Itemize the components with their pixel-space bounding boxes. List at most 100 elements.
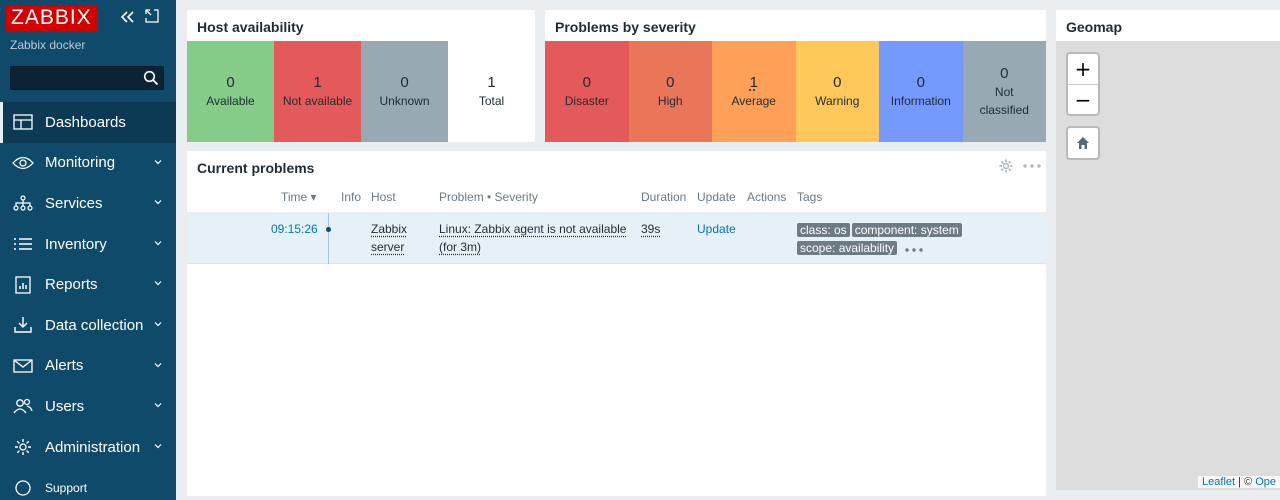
column-header-info: Info xyxy=(341,190,362,204)
host-link[interactable]: Zabbix server xyxy=(371,222,407,254)
services-icon xyxy=(12,194,34,212)
update-link[interactable]: Update xyxy=(697,220,736,238)
severity-tiles: 0 Disaster 0 High 1 Average 0 Warning 0 … xyxy=(545,41,1046,142)
problem-link[interactable]: Linux: Zabbix agent is not available (fo… xyxy=(439,222,626,254)
osm-link[interactable]: Ope xyxy=(1255,476,1276,488)
tile-not-classified[interactable]: 0 Not classified xyxy=(962,41,1046,142)
column-header-tags: Tags xyxy=(797,190,823,204)
problem-name[interactable]: Linux: Zabbix agent is not available (fo… xyxy=(439,220,635,256)
column-header-update: Update xyxy=(697,190,736,204)
problem-duration[interactable]: 39s xyxy=(641,220,660,238)
zoom-in-button[interactable]: + xyxy=(1068,54,1098,84)
chevron-down-icon xyxy=(154,200,162,205)
map-area[interactable]: + − Leaflet | © Ope xyxy=(1056,41,1280,490)
tile-label: Available xyxy=(206,93,255,108)
problem-host[interactable]: Zabbix server xyxy=(371,220,415,256)
tile-count: 0 xyxy=(400,73,409,91)
users-icon xyxy=(12,397,34,415)
tile-disaster[interactable]: 0 Disaster xyxy=(545,41,629,142)
main-menu: Dashboards Monitoring Services Inventory… xyxy=(0,102,176,500)
menu-item-support[interactable]: Support xyxy=(0,467,176,500)
tile-label: Disaster xyxy=(564,93,609,108)
search-input[interactable] xyxy=(11,67,139,89)
tile-count: 1 xyxy=(487,73,496,91)
chevron-down-icon xyxy=(154,362,162,367)
leaflet-link[interactable]: Leaflet xyxy=(1202,476,1235,488)
menu-label: Monitoring xyxy=(45,154,116,172)
menu-label: Administration xyxy=(45,438,141,456)
tile-label: Average xyxy=(731,93,776,108)
menu-item-administration[interactable]: Administration xyxy=(0,427,176,468)
duration-link[interactable]: 39s xyxy=(641,222,660,236)
dashboards-icon xyxy=(12,113,34,131)
problem-time[interactable]: 09:15:26 xyxy=(271,220,318,238)
attribution-separator: | © xyxy=(1235,476,1256,488)
widget-title: Host availability xyxy=(197,19,304,35)
search-icon[interactable] xyxy=(143,70,159,86)
home-button[interactable] xyxy=(1066,126,1100,160)
more-tags-icon[interactable] xyxy=(905,248,923,252)
chevron-down-icon xyxy=(154,403,162,408)
more-options-icon[interactable] xyxy=(1023,164,1041,168)
menu-item-data-collection[interactable]: Data collection xyxy=(0,305,176,346)
support-icon xyxy=(12,479,34,497)
tile-count: 1 xyxy=(313,73,322,91)
menu-label: Services xyxy=(45,194,103,212)
gear-icon[interactable] xyxy=(999,159,1013,173)
tile-average[interactable]: 1 Average xyxy=(712,41,796,142)
tag[interactable]: component: system xyxy=(851,223,962,237)
tile-high[interactable]: 0 High xyxy=(628,41,712,142)
tile-unknown[interactable]: 0 Unknown xyxy=(361,41,448,142)
menu-label: Data collection xyxy=(45,316,144,334)
tile-label: Total xyxy=(478,93,505,108)
problem-tags: class: os component: system scope: availab… xyxy=(797,221,977,257)
tile-label: Not available xyxy=(282,93,353,108)
tile-count[interactable]: 1 xyxy=(750,74,758,92)
table-row: 09:15:26 Zabbix server Linux: Zabbix age… xyxy=(187,213,1046,264)
tile-label: High xyxy=(657,93,683,108)
menu-item-alerts[interactable]: Alerts xyxy=(0,346,176,387)
tag[interactable]: scope: availability xyxy=(797,241,898,255)
widget-title: Geomap xyxy=(1066,19,1123,35)
tile-total[interactable]: 1 Total xyxy=(448,41,535,142)
menu-item-reports[interactable]: Reports xyxy=(0,264,176,305)
kiosk-mode-button[interactable] xyxy=(145,9,159,23)
menu-item-services[interactable]: Services xyxy=(0,183,176,224)
envelope-icon xyxy=(12,357,34,375)
chevron-down-icon xyxy=(154,240,162,246)
column-header-actions: Actions xyxy=(747,190,787,204)
menu-item-inventory[interactable]: Inventory xyxy=(0,224,176,265)
tile-warning[interactable]: 0 Warning xyxy=(795,41,879,142)
tile-not-available[interactable]: 1 Not available xyxy=(274,41,361,142)
menu-label: Reports xyxy=(45,276,98,294)
widget-title: Problems by severity xyxy=(555,19,696,35)
menu-label: Users xyxy=(45,397,85,415)
column-header-time[interactable]: Time ▾ xyxy=(281,190,317,204)
eye-icon xyxy=(12,154,34,172)
home-icon xyxy=(1077,137,1089,149)
tile-information[interactable]: 0 Information xyxy=(879,41,963,142)
zoom-out-button[interactable]: − xyxy=(1068,85,1098,115)
chevron-down-icon xyxy=(154,159,162,164)
menu-item-monitoring[interactable]: Monitoring xyxy=(0,143,176,184)
column-header-problem[interactable]: Problem • Severity xyxy=(439,190,538,204)
tile-label: Warning xyxy=(815,93,860,108)
problems-by-severity-widget: Problems by severity 0 Disaster 0 High 1… xyxy=(545,10,1046,142)
collapse-sidebar-button[interactable] xyxy=(118,8,136,26)
zabbix-logo[interactable]: ZABBIX xyxy=(6,5,97,31)
column-header-host[interactable]: Host xyxy=(371,190,396,204)
tile-count: 0 xyxy=(916,73,925,91)
tag[interactable]: class: os xyxy=(797,223,850,237)
chevron-down-icon xyxy=(154,443,162,449)
tile-label: Unknown xyxy=(379,93,430,108)
current-problems-widget: Current problems Time ▾ Info Host Proble… xyxy=(187,151,1046,496)
zoom-control: + − xyxy=(1066,52,1100,116)
menu-item-users[interactable]: Users xyxy=(0,386,176,427)
menu-item-dashboards[interactable]: Dashboards xyxy=(0,102,176,143)
menu-label: Inventory xyxy=(45,235,107,253)
tile-available[interactable]: 0 Available xyxy=(187,41,274,142)
timeline-dot xyxy=(326,227,331,232)
gear-icon xyxy=(12,438,34,456)
tile-count: 0 xyxy=(1000,64,1009,82)
host-availability-widget: Host availability 0 Available 1 Not avai… xyxy=(187,10,535,142)
